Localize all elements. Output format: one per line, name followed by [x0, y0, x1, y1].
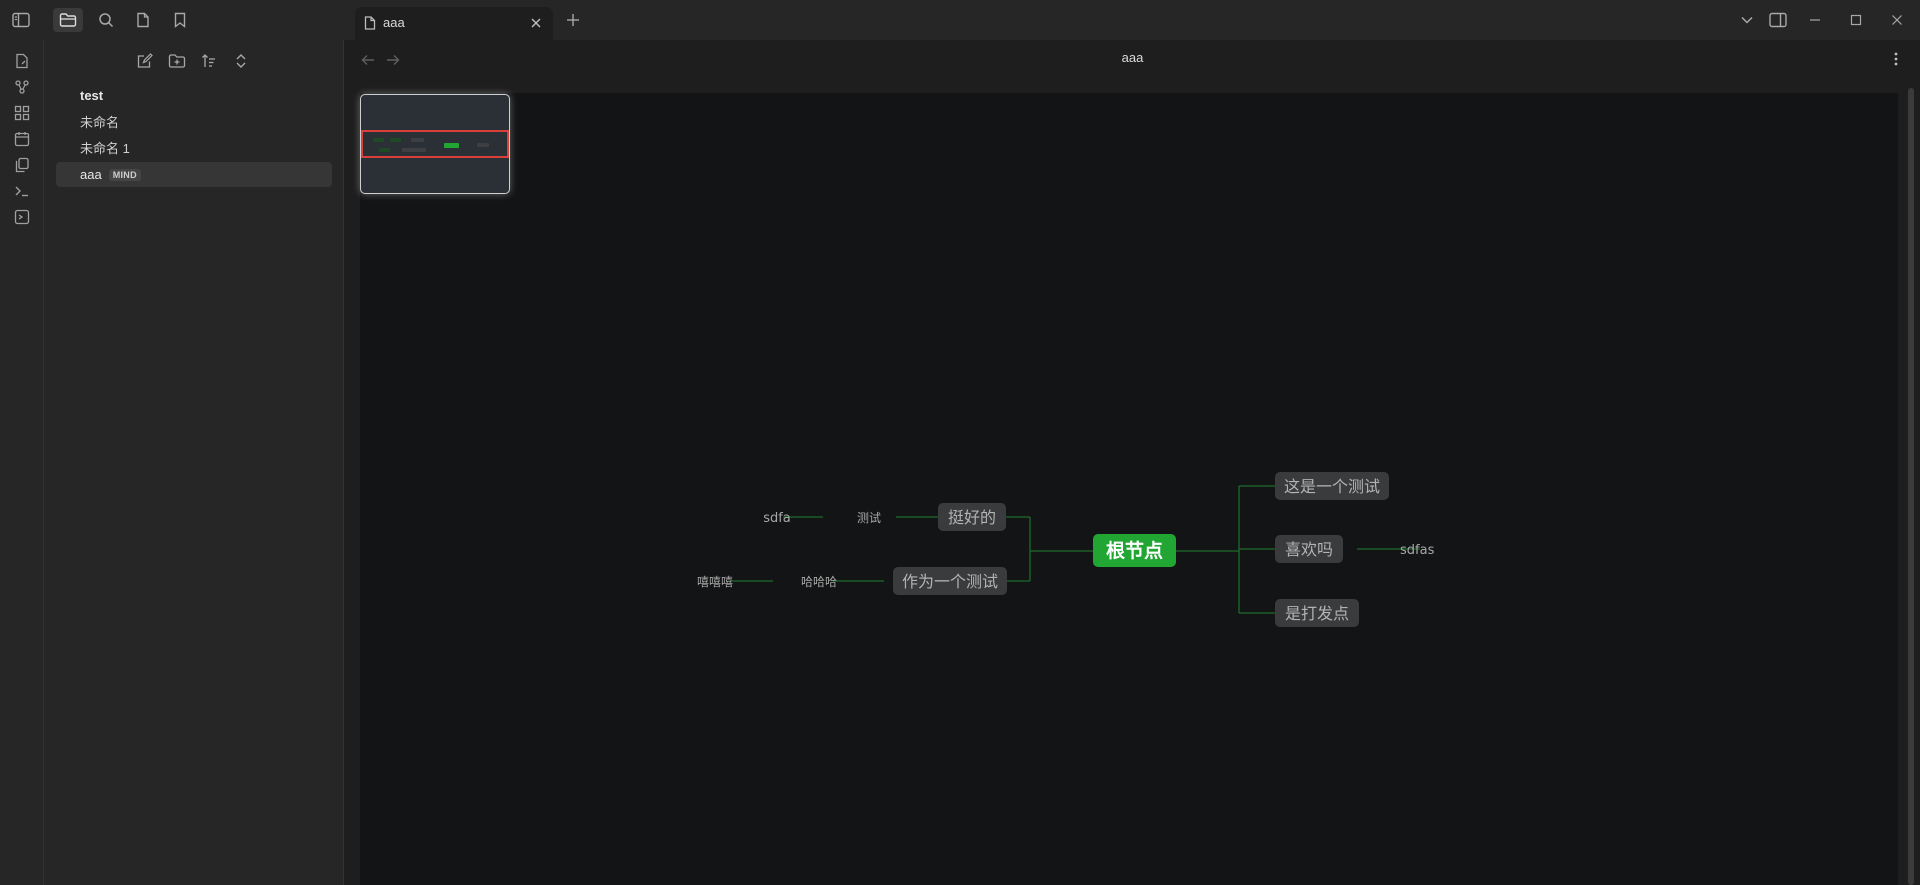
mindmap-node-n4[interactable]: 挺好的 [938, 503, 1006, 531]
file-icon [364, 16, 376, 35]
node-label: 喜欢吗 [1285, 540, 1333, 559]
folder-icon[interactable] [53, 8, 83, 32]
minimap-viewport[interactable] [361, 130, 509, 158]
mindmap-minimap[interactable] [360, 94, 510, 194]
mindmap-root-node[interactable]: 根节点 [1093, 534, 1176, 567]
command-icon[interactable] [9, 204, 35, 230]
mindmap-node-n3[interactable]: 是打发点 [1275, 599, 1359, 627]
canvas-icon[interactable] [9, 100, 35, 126]
more-options-icon[interactable] [1885, 48, 1907, 70]
sort-icon[interactable] [196, 49, 222, 73]
search-icon[interactable] [91, 8, 121, 32]
new-note-icon[interactable] [132, 49, 158, 73]
mindmap-node-n2[interactable]: 喜欢吗 [1275, 535, 1343, 563]
chevron-down-icon[interactable] [1733, 8, 1761, 32]
main-view: aaa 根节点 这是一个测试 喜欢吗 sdfas 是打发点 挺好的 测试 sdf… [345, 40, 1920, 885]
new-note-icon[interactable] [9, 48, 35, 74]
node-label: 哈哈哈 [801, 575, 837, 589]
file-item-test[interactable]: test [56, 83, 332, 108]
file-icon[interactable] [128, 8, 158, 32]
node-label: 作为一个测试 [902, 572, 998, 591]
graph-icon[interactable] [9, 74, 35, 100]
file-label: test [80, 88, 104, 103]
file-item-untitled[interactable]: 未命名 [56, 109, 332, 134]
node-label: 嘻嘻嘻 [697, 575, 733, 589]
node-label: 是打发点 [1285, 604, 1349, 623]
file-item-untitled-1[interactable]: 未命名 1 [56, 135, 332, 160]
file-label: aaa [80, 167, 102, 182]
node-label: 挺好的 [948, 508, 996, 527]
root-label: 根节点 [1106, 539, 1163, 562]
file-explorer: test 未命名 未命名 1 aaa MIND [44, 40, 344, 885]
tab-title: aaa [383, 15, 405, 30]
sidebar-toggle-icon[interactable] [6, 8, 36, 32]
new-tab-plus-icon[interactable] [562, 9, 584, 31]
mindmap-node-n2a[interactable]: sdfas [1400, 543, 1435, 558]
mindmap-svg: 根节点 这是一个测试 喜欢吗 sdfas 是打发点 挺好的 测试 sdfa 作为… [697, 472, 1435, 627]
terminal-icon[interactable] [9, 178, 35, 204]
bookmark-icon[interactable] [165, 8, 195, 32]
mindmap-node-n4a[interactable]: 测试 [857, 510, 881, 525]
close-icon[interactable] [1883, 8, 1911, 32]
maximize-icon[interactable] [1842, 8, 1870, 32]
file-label: 未命名 [80, 115, 120, 130]
new-folder-icon[interactable] [164, 49, 190, 73]
copy-icon[interactable] [9, 152, 35, 178]
node-label: 测试 [857, 510, 881, 525]
split-pane-icon[interactable] [1764, 8, 1792, 32]
mindmap-node-n4b[interactable]: sdfa [763, 511, 791, 526]
close-icon[interactable] [527, 14, 545, 32]
collapse-icon[interactable] [228, 49, 254, 73]
mindmap-node-n5a[interactable]: 哈哈哈 [801, 575, 837, 589]
mindmap-node-n5b[interactable]: 嘻嘻嘻 [697, 575, 733, 589]
node-label: sdfas [1400, 543, 1435, 558]
file-label: 未命名 1 [80, 141, 130, 156]
node-label: sdfa [763, 511, 791, 526]
ribbon [0, 40, 44, 885]
scrollbar[interactable] [1908, 88, 1914, 885]
minimize-icon[interactable] [1801, 8, 1829, 32]
mindmap-canvas[interactable]: 根节点 这是一个测试 喜欢吗 sdfas 是打发点 挺好的 测试 sdfa 作为… [360, 93, 1898, 885]
node-label: 这是一个测试 [1284, 477, 1380, 496]
title-bar: aaa [0, 0, 1920, 40]
mindmap-node-n5[interactable]: 作为一个测试 [893, 567, 1007, 595]
file-item-aaa[interactable]: aaa MIND [56, 162, 332, 187]
calendar-icon[interactable] [9, 126, 35, 152]
mindmap-node-n1[interactable]: 这是一个测试 [1275, 472, 1389, 500]
file-type-badge: MIND [108, 168, 141, 181]
tab-aaa[interactable]: aaa [355, 7, 553, 40]
view-title: aaa [1121, 50, 1144, 65]
